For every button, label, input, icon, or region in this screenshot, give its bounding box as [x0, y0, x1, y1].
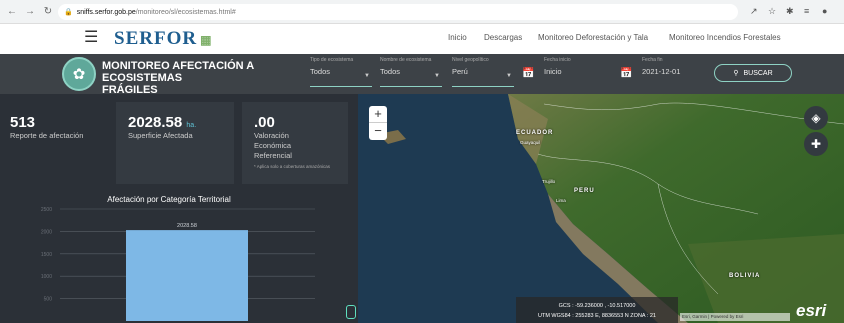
nav-descargas[interactable]: Descargas [484, 33, 522, 42]
y-tick-label: 2000 [41, 229, 52, 235]
calendar-icon[interactable]: 📅 [620, 68, 632, 79]
url-domain: sniffs.serfor.gob.pe [76, 8, 136, 16]
layers-icon[interactable]: ◈ [804, 106, 828, 130]
reload-icon[interactable]: ↻ [42, 6, 54, 18]
fullscreen-toggle-icon[interactable] [346, 305, 356, 319]
nivel-geopolitico-select[interactable]: Nivel geopolítico Perú ▼ [452, 57, 514, 91]
map-view[interactable]: ECUADOR PERU BOLIVIA Guayaquil Trujillo … [358, 94, 844, 323]
map-label-peru: PERU [574, 188, 595, 194]
arrow-left-icon[interactable]: ← [6, 6, 18, 18]
coordinates-readout: GCS : -59.236000 , -10.517000 UTM WGS84 … [516, 297, 678, 323]
map-terrain [378, 94, 844, 323]
nombre-ecosistema-select[interactable]: Nombre de ecosistema Todos ▼ [380, 57, 442, 91]
site-header: ☰ SERFOR ▦ Inicio Descargas Monitoreo Def… [0, 24, 844, 54]
share-icon[interactable]: ↗ [750, 6, 758, 17]
search-icon: ⚲ [733, 70, 739, 77]
star-icon[interactable]: ☆ [768, 6, 776, 17]
menu-lines-icon[interactable]: ≡ [804, 6, 809, 16]
nav-inicio[interactable]: Inicio [448, 33, 467, 42]
fecha-fin-field[interactable]: Fecha fin 2021-12-01 [642, 57, 704, 91]
stat-valoracion: .00 Valoración Económica Referencial * A… [242, 102, 348, 184]
address-bar[interactable]: 🔒 sniffs.serfor.gob.pe /monitoreo/sl/eco… [58, 4, 738, 20]
y-tick-label: 1000 [41, 274, 52, 280]
tipo-ecosistema-select[interactable]: Tipo de ecosistema Todos ▼ [310, 57, 372, 91]
bar-chart: 2500 2000 1500 1000 500 2028.58 [41, 207, 315, 321]
map-label-trujillo: Trujillo [542, 179, 556, 184]
buscar-button[interactable]: ⚲ BUSCAR [714, 64, 792, 82]
zoom-out-button[interactable]: − [369, 123, 387, 140]
serfor-logo[interactable]: SERFOR ▦ [114, 28, 212, 50]
ecosystem-logo-icon: ✿ [62, 57, 96, 91]
dropdown-caret-icon: ▼ [434, 73, 440, 79]
page-title: MONITOREO AFECTACIÓN A ECOSISTEMAS FRÁGI… [102, 60, 254, 96]
map-label-lima: Lima [556, 198, 566, 203]
nav-monitoreo-deforestacion[interactable]: Monitoreo Deforestación y Tala [538, 33, 648, 42]
location-pin-icon[interactable]: ✚ [804, 132, 828, 156]
arrow-right-icon[interactable]: → [24, 6, 36, 18]
map-label-ecuador: ECUADOR [516, 130, 554, 136]
dropdown-caret-icon: ▼ [506, 73, 512, 79]
stat-superficie: 2028.58 ha. Superficie Afectada [116, 102, 234, 184]
nav-monitoreo-incendios[interactable]: Monitoreo Incendios Forestales [669, 33, 781, 42]
hamburger-menu-icon[interactable]: ☰ [84, 30, 98, 46]
profile-icon[interactable]: ● [822, 6, 827, 16]
y-tick-label: 2500 [41, 207, 52, 213]
esri-logo: esri [796, 301, 827, 320]
map-attribution[interactable]: Esri, Garmin | Powered by Esri [680, 313, 790, 321]
stat-reportes: 513 Reporte de afectación [0, 102, 108, 184]
extension-icon[interactable]: ✱ [786, 6, 794, 17]
zoom-control: + − [369, 106, 387, 140]
browser-toolbar: ← → ↻ 🔒 sniffs.serfor.gob.pe /monitoreo/… [0, 0, 844, 24]
dropdown-caret-icon: ▼ [364, 73, 370, 79]
bar-data-label: 2028.58 [177, 223, 197, 229]
logo-leaf-icon: ▦ [200, 33, 213, 47]
filter-banner: ✿ MONITOREO AFECTACIÓN A ECOSISTEMAS FRÁ… [0, 54, 844, 96]
y-tick-label: 1500 [41, 252, 52, 258]
y-tick-label: 500 [44, 297, 53, 303]
lock-icon: 🔒 [64, 9, 73, 16]
fecha-inicio-field[interactable]: Fecha inicio Inicio [544, 57, 606, 91]
zoom-in-button[interactable]: + [369, 106, 387, 123]
url-path: /monitoreo/sl/ecosistemas.html# [135, 8, 236, 16]
chart-title: Afectación por Categoría Territorial [107, 195, 231, 204]
calendar-icon[interactable]: 📅 [522, 68, 534, 79]
chart-bar[interactable] [126, 230, 248, 321]
map-label-bolivia: BOLIVIA [729, 273, 761, 279]
map-label-guayaquil: Guayaquil [520, 140, 541, 145]
